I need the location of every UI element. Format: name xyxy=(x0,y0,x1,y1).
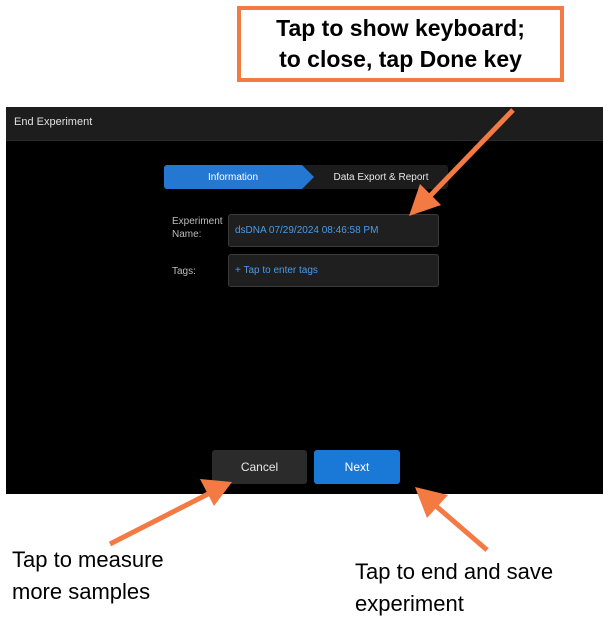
experiment-name-label: Experiment Name: xyxy=(172,216,223,240)
step-indicator: Data Export & Report Information xyxy=(164,165,448,189)
tags-label: Tags: xyxy=(172,266,196,277)
experiment-name-field[interactable]: dsDNA 07/29/2024 08:46:58 PM xyxy=(228,214,439,247)
cancel-button[interactable]: Cancel xyxy=(212,450,307,484)
step-information[interactable]: Information xyxy=(164,165,314,189)
experiment-name-value: dsDNA 07/29/2024 08:46:58 PM xyxy=(235,225,379,236)
title-bar: End Experiment xyxy=(6,107,603,141)
tags-placeholder: + Tap to enter tags xyxy=(235,265,318,276)
next-button[interactable]: Next xyxy=(314,450,400,484)
tags-field[interactable]: + Tap to enter tags xyxy=(228,254,439,287)
keyboard-callout-text: Tap to show keyboard; to close, tap Done… xyxy=(276,15,525,72)
step-data-export[interactable]: Data Export & Report xyxy=(300,165,448,189)
keyboard-callout-box: Tap to show keyboard; to close, tap Done… xyxy=(237,6,564,82)
next-arrow xyxy=(415,487,489,552)
window-title: End Experiment xyxy=(14,116,93,128)
end-experiment-screen: End Experiment Data Export & Report Info… xyxy=(6,107,603,494)
cancel-callout-text: Tap to measure more samples xyxy=(12,547,164,604)
next-callout-text: Tap to end and save experiment xyxy=(355,559,554,616)
